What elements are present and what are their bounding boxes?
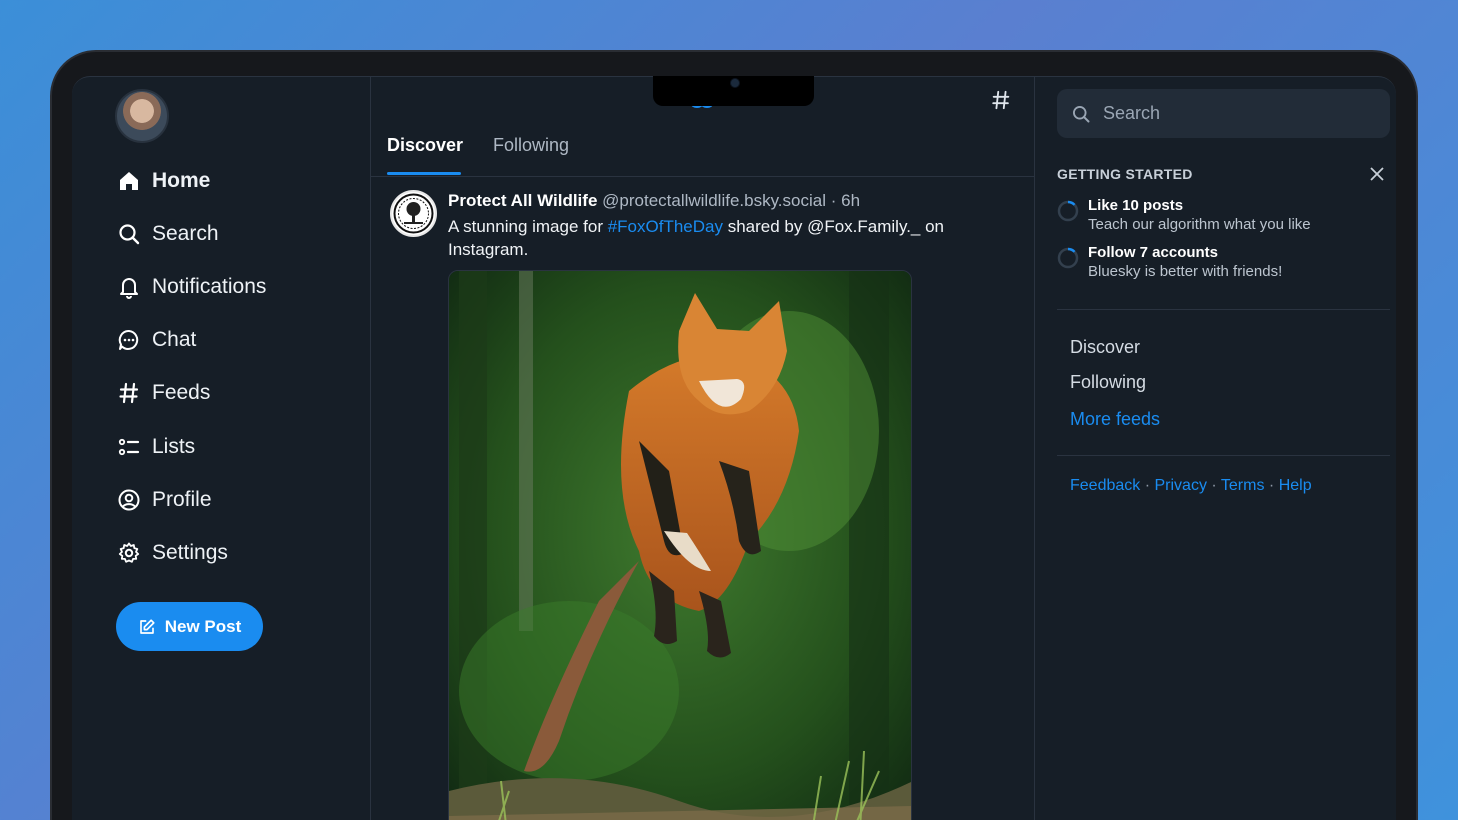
nav-label-profile: Profile [152,488,212,511]
footer-links: Feedback · Privacy · Terms · Help [1070,477,1312,495]
feed-link-discover[interactable]: Discover [1070,337,1140,358]
footer-separator: · [1144,477,1151,494]
post-body: A stunning image for #FoxOfTheDay shared… [448,215,988,261]
post-header: Protect All Wildlife @protectallwildlife… [448,191,860,211]
list-icon [116,434,142,460]
nav-label-notifications: Notifications [152,275,267,298]
home-icon [116,168,142,194]
search-icon [116,221,142,247]
feed-tabs: Discover Following [371,127,1035,177]
nav-item-search[interactable]: Search [116,216,219,252]
nav-item-feeds[interactable]: Feeds [116,375,210,411]
nav-item-home[interactable]: Home [116,163,210,199]
nav-label-settings: Settings [152,541,228,564]
divider [1057,455,1390,456]
post-author-avatar[interactable] [390,190,437,237]
gear-icon [116,540,142,566]
footer-separator: · [1268,477,1275,494]
feed-link-following[interactable]: Following [1070,372,1146,393]
tab-following[interactable]: Following [493,135,569,156]
close-icon[interactable] [1369,166,1385,182]
task-subtitle: Teach our algorithm what you like [1088,216,1311,233]
footer-link-feedback[interactable]: Feedback [1070,477,1140,494]
bell-icon [116,274,142,300]
feeds-hash-icon[interactable] [990,89,1012,111]
post-text-before: A stunning image for [448,217,608,236]
app-window: Home Search Notifications Chat Feeds Lis… [72,76,1396,820]
search-icon [1071,104,1091,124]
task-subtitle: Bluesky is better with friends! [1088,263,1283,280]
nav-item-settings[interactable]: Settings [116,535,228,571]
right-sidebar: Search GETTING STARTED Like 10 posts Tea… [1035,77,1396,820]
footer-link-privacy[interactable]: Privacy [1155,477,1207,494]
post-timestamp[interactable]: 6h [841,191,860,210]
webcam-icon [730,78,740,88]
left-sidebar: Home Search Notifications Chat Feeds Lis… [72,77,370,820]
post-meta-separator: · [830,191,837,210]
divider [1057,309,1390,310]
search-placeholder: Search [1103,103,1161,123]
more-feeds-link[interactable]: More feeds [1070,409,1160,430]
search-input[interactable]: Search [1057,89,1390,138]
chat-bubble-icon [116,327,142,353]
post-author-name[interactable]: Protect All Wildlife [448,191,597,210]
nav-label-feeds: Feeds [152,381,211,404]
post-hashtag-link[interactable]: #FoxOfTheDay [608,217,723,236]
active-tab-indicator [387,172,461,175]
progress-ring-icon [1057,200,1079,222]
hash-icon [116,380,142,406]
user-circle-icon [116,487,142,513]
post-author-handle[interactable]: @protectallwildlife.bsky.social [602,191,826,210]
nav-item-notifications[interactable]: Notifications [116,269,266,305]
compose-icon [138,618,156,636]
nav-label-search: Search [152,222,219,245]
nav-item-profile[interactable]: Profile [116,482,212,518]
getting-started-title: GETTING STARTED [1057,166,1193,182]
nav-label-home: Home [152,169,211,192]
camera-notch [653,76,814,106]
new-post-label: New Post [164,616,242,636]
nav-item-chat[interactable]: Chat [116,322,196,358]
progress-ring-icon [1057,247,1079,269]
tab-discover[interactable]: Discover [387,135,463,156]
footer-separator: · [1211,477,1217,494]
footer-link-help[interactable]: Help [1279,477,1312,494]
new-post-button[interactable]: New Post [116,602,263,651]
nav-label-chat: Chat [152,328,197,351]
fox-photo [449,271,911,820]
task-title: Follow 7 accounts [1088,244,1219,261]
post-image[interactable] [448,270,912,820]
task-title: Like 10 posts [1088,197,1184,214]
nav-item-lists[interactable]: Lists [116,429,195,465]
user-avatar[interactable] [115,89,169,143]
main-feed: Discover Following Protect All Wildlife … [370,77,1035,820]
nav-label-lists: Lists [152,435,196,458]
footer-link-terms[interactable]: Terms [1221,477,1265,494]
